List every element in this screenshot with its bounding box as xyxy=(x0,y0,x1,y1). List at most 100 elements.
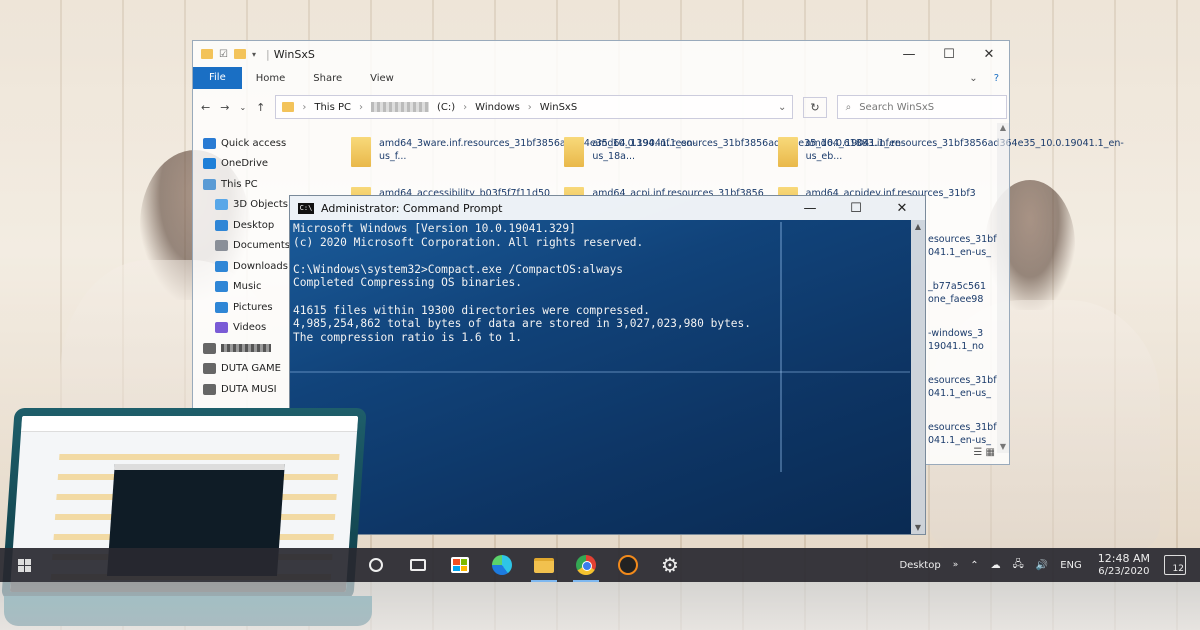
start-button[interactable] xyxy=(0,548,48,582)
scroll-up-icon[interactable]: ▲ xyxy=(997,123,1009,132)
nav-item[interactable]: Documents xyxy=(203,236,293,257)
file-item[interactable]: -windows_3 19041.1_no xyxy=(928,327,997,374)
volume-icon[interactable]: 🔊 xyxy=(1030,560,1054,571)
maximize-button[interactable]: ☐ xyxy=(833,201,879,216)
nav-item[interactable]: Downloads xyxy=(203,256,293,277)
chevron-down-icon[interactable]: ▾ xyxy=(252,50,256,59)
breadcrumb-windows[interactable]: Windows xyxy=(475,102,520,113)
tab-home[interactable]: Home xyxy=(242,73,300,84)
cmd-titlebar[interactable]: C:\ Administrator: Command Prompt — ☐ ✕ xyxy=(290,196,925,220)
nav-item[interactable]: DUTA MUSI xyxy=(203,379,293,400)
file-name: amd64_61883.inf.resources_31bf3856ad364e… xyxy=(805,138,1124,162)
up-arrow-icon[interactable]: ↑ xyxy=(256,101,265,114)
document-icon xyxy=(215,240,228,252)
file-explorer-button[interactable] xyxy=(523,548,565,582)
edge-button[interactable] xyxy=(481,548,523,582)
nav-item[interactable]: Quick access xyxy=(203,133,293,154)
scroll-down-icon[interactable]: ▼ xyxy=(997,442,1009,451)
nav-item[interactable]: Desktop xyxy=(203,215,293,236)
file-name: -windows_3 xyxy=(928,328,984,339)
settings-button[interactable]: ⚙ xyxy=(649,548,691,582)
breadcrumb-drive[interactable]: (C:) xyxy=(437,102,455,113)
minimize-button[interactable]: — xyxy=(787,201,833,216)
store-button[interactable] xyxy=(439,548,481,582)
breadcrumb-winsxs[interactable]: WinSxS xyxy=(540,102,577,113)
file-item[interactable]: amd64_1394.inf.resources_31bf3856ad364e3… xyxy=(564,133,905,183)
file-item[interactable]: esources_31bf 041.1_en-us_ xyxy=(928,374,997,421)
navigation-pane: Quick access OneDrive This PC 3D Objects Des… xyxy=(203,133,293,400)
language-indicator[interactable]: ENG xyxy=(1054,560,1088,571)
nav-item[interactable]: Music xyxy=(203,277,293,298)
notification-count: 12 xyxy=(1172,564,1184,574)
nav-item[interactable]: DUTA GAME xyxy=(203,359,293,380)
folder-icon xyxy=(282,102,295,112)
recent-chevron-icon[interactable]: ⌄ xyxy=(239,103,246,112)
action-center-icon[interactable]: 12 xyxy=(1164,555,1186,575)
file-name: esources_31bf xyxy=(928,422,997,433)
chrome-button[interactable] xyxy=(565,548,607,582)
back-arrow-icon[interactable]: ← xyxy=(201,101,210,114)
close-button[interactable]: ✕ xyxy=(969,47,1009,62)
close-button[interactable]: ✕ xyxy=(879,201,925,216)
nav-item-label: Downloads xyxy=(233,260,288,272)
file-item[interactable]: _b77a5c561 one_faee98 xyxy=(928,280,997,327)
separator: | xyxy=(265,47,270,61)
nav-item[interactable]: This PC xyxy=(203,174,293,195)
scroll-down-icon[interactable]: ▼ xyxy=(911,523,925,532)
file-item[interactable]: esources_31bf 041.1_en-us_ xyxy=(928,421,997,468)
desktop-toolbar-label[interactable]: Desktop xyxy=(893,560,946,571)
command-prompt-window[interactable]: C:\ Administrator: Command Prompt — ☐ ✕ … xyxy=(289,195,926,535)
address-dropdown-icon[interactable]: ⌄ xyxy=(778,102,792,113)
address-bar[interactable]: › This PC › (C:) › Windows › WinSxS ⌄ xyxy=(275,95,794,119)
nav-item[interactable]: 3D Objects xyxy=(203,195,293,216)
cloud-icon xyxy=(203,158,216,170)
tab-file[interactable]: File xyxy=(193,67,242,89)
nav-item[interactable]: Videos xyxy=(203,318,293,339)
console-line: (c) 2020 Microsoft Corporation. All righ… xyxy=(293,235,644,249)
file-row: amd64_3ware.inf.resources_31bf3856ad364e… xyxy=(351,133,1124,183)
task-view-button[interactable] xyxy=(397,548,439,582)
tab-share[interactable]: Share xyxy=(299,73,356,84)
clock[interactable]: 12:48 AM 6/23/2020 xyxy=(1088,552,1160,578)
file-item[interactable]: esources_31bf 041.1_en-us_ xyxy=(928,233,997,280)
show-hidden-icons-icon[interactable]: ⌃ xyxy=(964,560,984,571)
file-item[interactable]: amd64_3ware.inf.resources_31bf3856ad364e… xyxy=(351,133,696,183)
store-icon xyxy=(451,557,469,573)
view-toggle-icons[interactable]: ☰ ▦ xyxy=(973,447,995,458)
console-output[interactable]: Microsoft Windows [Version 10.0.19041.32… xyxy=(290,220,925,346)
search-placeholder: Search WinSxS xyxy=(859,101,935,113)
file-name: 041.1_en-us_ xyxy=(928,388,991,399)
console-line: The compression ratio is 1.6 to 1. xyxy=(293,330,523,344)
refresh-icon[interactable]: ↻ xyxy=(803,96,827,118)
app-button[interactable] xyxy=(607,548,649,582)
breadcrumb-this-pc[interactable]: This PC xyxy=(314,102,351,113)
file-item[interactable]: amd64_61883.inf.resources_31bf3856ad364e… xyxy=(777,133,1124,183)
nav-item[interactable]: Pictures xyxy=(203,297,293,318)
clock-date: 6/23/2020 xyxy=(1098,566,1150,577)
breadcrumb-chevron-icon: › xyxy=(527,101,532,113)
music-icon xyxy=(215,281,228,293)
file-name: amd64_1394.inf.resources_31bf3856ad364e3… xyxy=(592,138,905,162)
tab-view[interactable]: View xyxy=(356,73,408,84)
maximize-button[interactable]: ☐ xyxy=(929,47,969,62)
expand-ribbon-icon[interactable]: ⌄ xyxy=(969,73,977,84)
explorer-scrollbar[interactable]: ▲ ▼ xyxy=(997,123,1009,453)
help-icon[interactable]: ? xyxy=(994,73,999,84)
nav-item-label: OneDrive xyxy=(221,158,269,170)
minimize-button[interactable]: — xyxy=(889,47,929,62)
checkbox-icon[interactable]: ☑ xyxy=(219,49,228,60)
cloud-icon[interactable]: ☁ xyxy=(985,560,1007,571)
desktop-icon xyxy=(215,219,228,231)
console-line: 4,985,254,862 total bytes of data are st… xyxy=(293,317,752,331)
drive-icon xyxy=(203,383,216,395)
nav-item[interactable] xyxy=(203,338,293,359)
console-line: Completed Compressing OS binaries. xyxy=(293,276,523,290)
search-input[interactable]: ⌕ Search WinSxS xyxy=(836,95,1007,119)
network-icon[interactable]: 🖧 xyxy=(1007,557,1030,574)
toolbar-expand-icon[interactable]: » xyxy=(947,560,965,570)
explorer-titlebar[interactable]: ☑ ▾ | WinSxS — ☐ ✕ xyxy=(193,41,1009,67)
nav-item[interactable]: OneDrive xyxy=(203,154,293,175)
forward-arrow-icon[interactable]: → xyxy=(220,101,229,114)
cortana-button[interactable] xyxy=(355,548,397,582)
folder-icon xyxy=(233,49,246,59)
